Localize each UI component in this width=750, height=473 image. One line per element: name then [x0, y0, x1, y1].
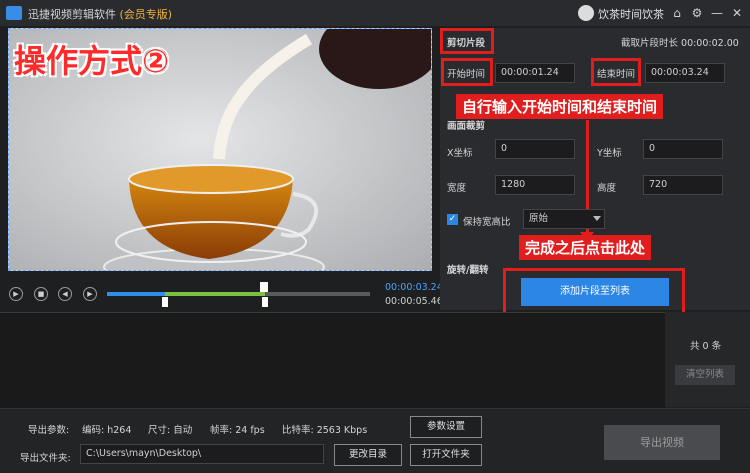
fps-info: 帧率: 24 fps	[210, 425, 265, 436]
username[interactable]: 饮茶时间饮茶	[598, 6, 664, 22]
export-params-label: 导出参数:	[28, 425, 70, 436]
input-hint-annotation: 自行输入开始时间和结束时间	[456, 94, 664, 119]
params-settings-button[interactable]: 参数设置	[410, 416, 482, 438]
export-video-button[interactable]: 导出视频	[604, 425, 720, 460]
close-icon[interactable]: ✕	[728, 5, 746, 21]
y-input[interactable]: 0	[643, 139, 723, 159]
play-icon[interactable]: ▶	[9, 287, 23, 301]
click-hint-annotation: 完成之后点击此处	[519, 235, 652, 260]
export-folder-input[interactable]: C:\Users\mayn\Desktop\	[80, 444, 324, 464]
open-folder-button[interactable]: 打开文件夹	[410, 444, 482, 466]
app-logo-icon	[6, 6, 22, 20]
clip-start-handle[interactable]	[162, 297, 168, 307]
y-label: Y坐标	[597, 148, 622, 159]
clip-section-title: 剪切片段	[447, 38, 486, 49]
clip-end-handle[interactable]	[262, 297, 268, 307]
change-directory-button[interactable]: 更改目录	[334, 444, 402, 466]
keep-ratio-checkbox[interactable]: ✓	[447, 214, 458, 225]
next-frame-icon[interactable]: ▶	[83, 287, 97, 301]
prev-frame-icon[interactable]: ◀	[58, 287, 72, 301]
app-title: 迅捷视频剪辑软件 (会员专版)	[28, 6, 172, 22]
height-label: 高度	[597, 183, 617, 194]
x-label: X坐标	[447, 148, 473, 159]
width-input[interactable]: 1280	[495, 175, 575, 195]
clear-list-button[interactable]: 清空列表	[675, 365, 735, 385]
app-edition: (会员专版)	[119, 8, 173, 21]
width-label: 宽度	[447, 183, 467, 194]
codec-info: 编码: h264	[82, 425, 132, 436]
size-info: 尺寸: 自动	[148, 425, 193, 436]
end-time-label: 结束时间	[597, 69, 636, 80]
total-time: 00:00:05.46	[385, 296, 443, 307]
rotate-section-title: 旋转/翻转	[447, 265, 489, 276]
chevron-down-icon	[593, 216, 601, 221]
list-side-panel	[665, 312, 750, 407]
minimize-icon[interactable]: —	[708, 5, 726, 21]
keep-ratio-label: 保持宽高比	[463, 217, 511, 228]
method-annotation: 操作方式②	[14, 42, 170, 80]
ratio-select-value: 原始	[529, 213, 549, 224]
timeline-clip-range	[165, 292, 265, 296]
start-time-label: 开始时间	[447, 69, 486, 80]
timeline-played	[107, 292, 165, 296]
avatar[interactable]	[578, 5, 594, 21]
x-input[interactable]: 0	[495, 139, 575, 159]
clip-list[interactable]	[0, 312, 665, 408]
home-icon[interactable]: ⌂	[668, 5, 686, 21]
start-time-input[interactable]: 00:00:01.24	[495, 63, 575, 83]
height-input[interactable]: 720	[643, 175, 723, 195]
clip-count: 共 0 条	[690, 341, 722, 352]
settings-icon[interactable]: ⚙	[688, 5, 706, 21]
crop-section-title: 画面裁剪	[447, 121, 486, 132]
clip-duration: 截取片段时长 00:00:02.00	[621, 38, 739, 49]
add-clip-button[interactable]: 添加片段至列表	[521, 278, 669, 306]
stop-icon[interactable]: ■	[34, 287, 48, 301]
playhead-handle[interactable]	[260, 282, 268, 292]
app-name: 迅捷视频剪辑软件	[28, 8, 116, 21]
current-time: 00:00:03.24	[385, 282, 443, 293]
end-time-input[interactable]: 00:00:03.24	[645, 63, 725, 83]
bitrate-info: 比特率: 2563 Kbps	[282, 425, 368, 436]
export-folder-label: 导出文件夹:	[20, 453, 71, 464]
